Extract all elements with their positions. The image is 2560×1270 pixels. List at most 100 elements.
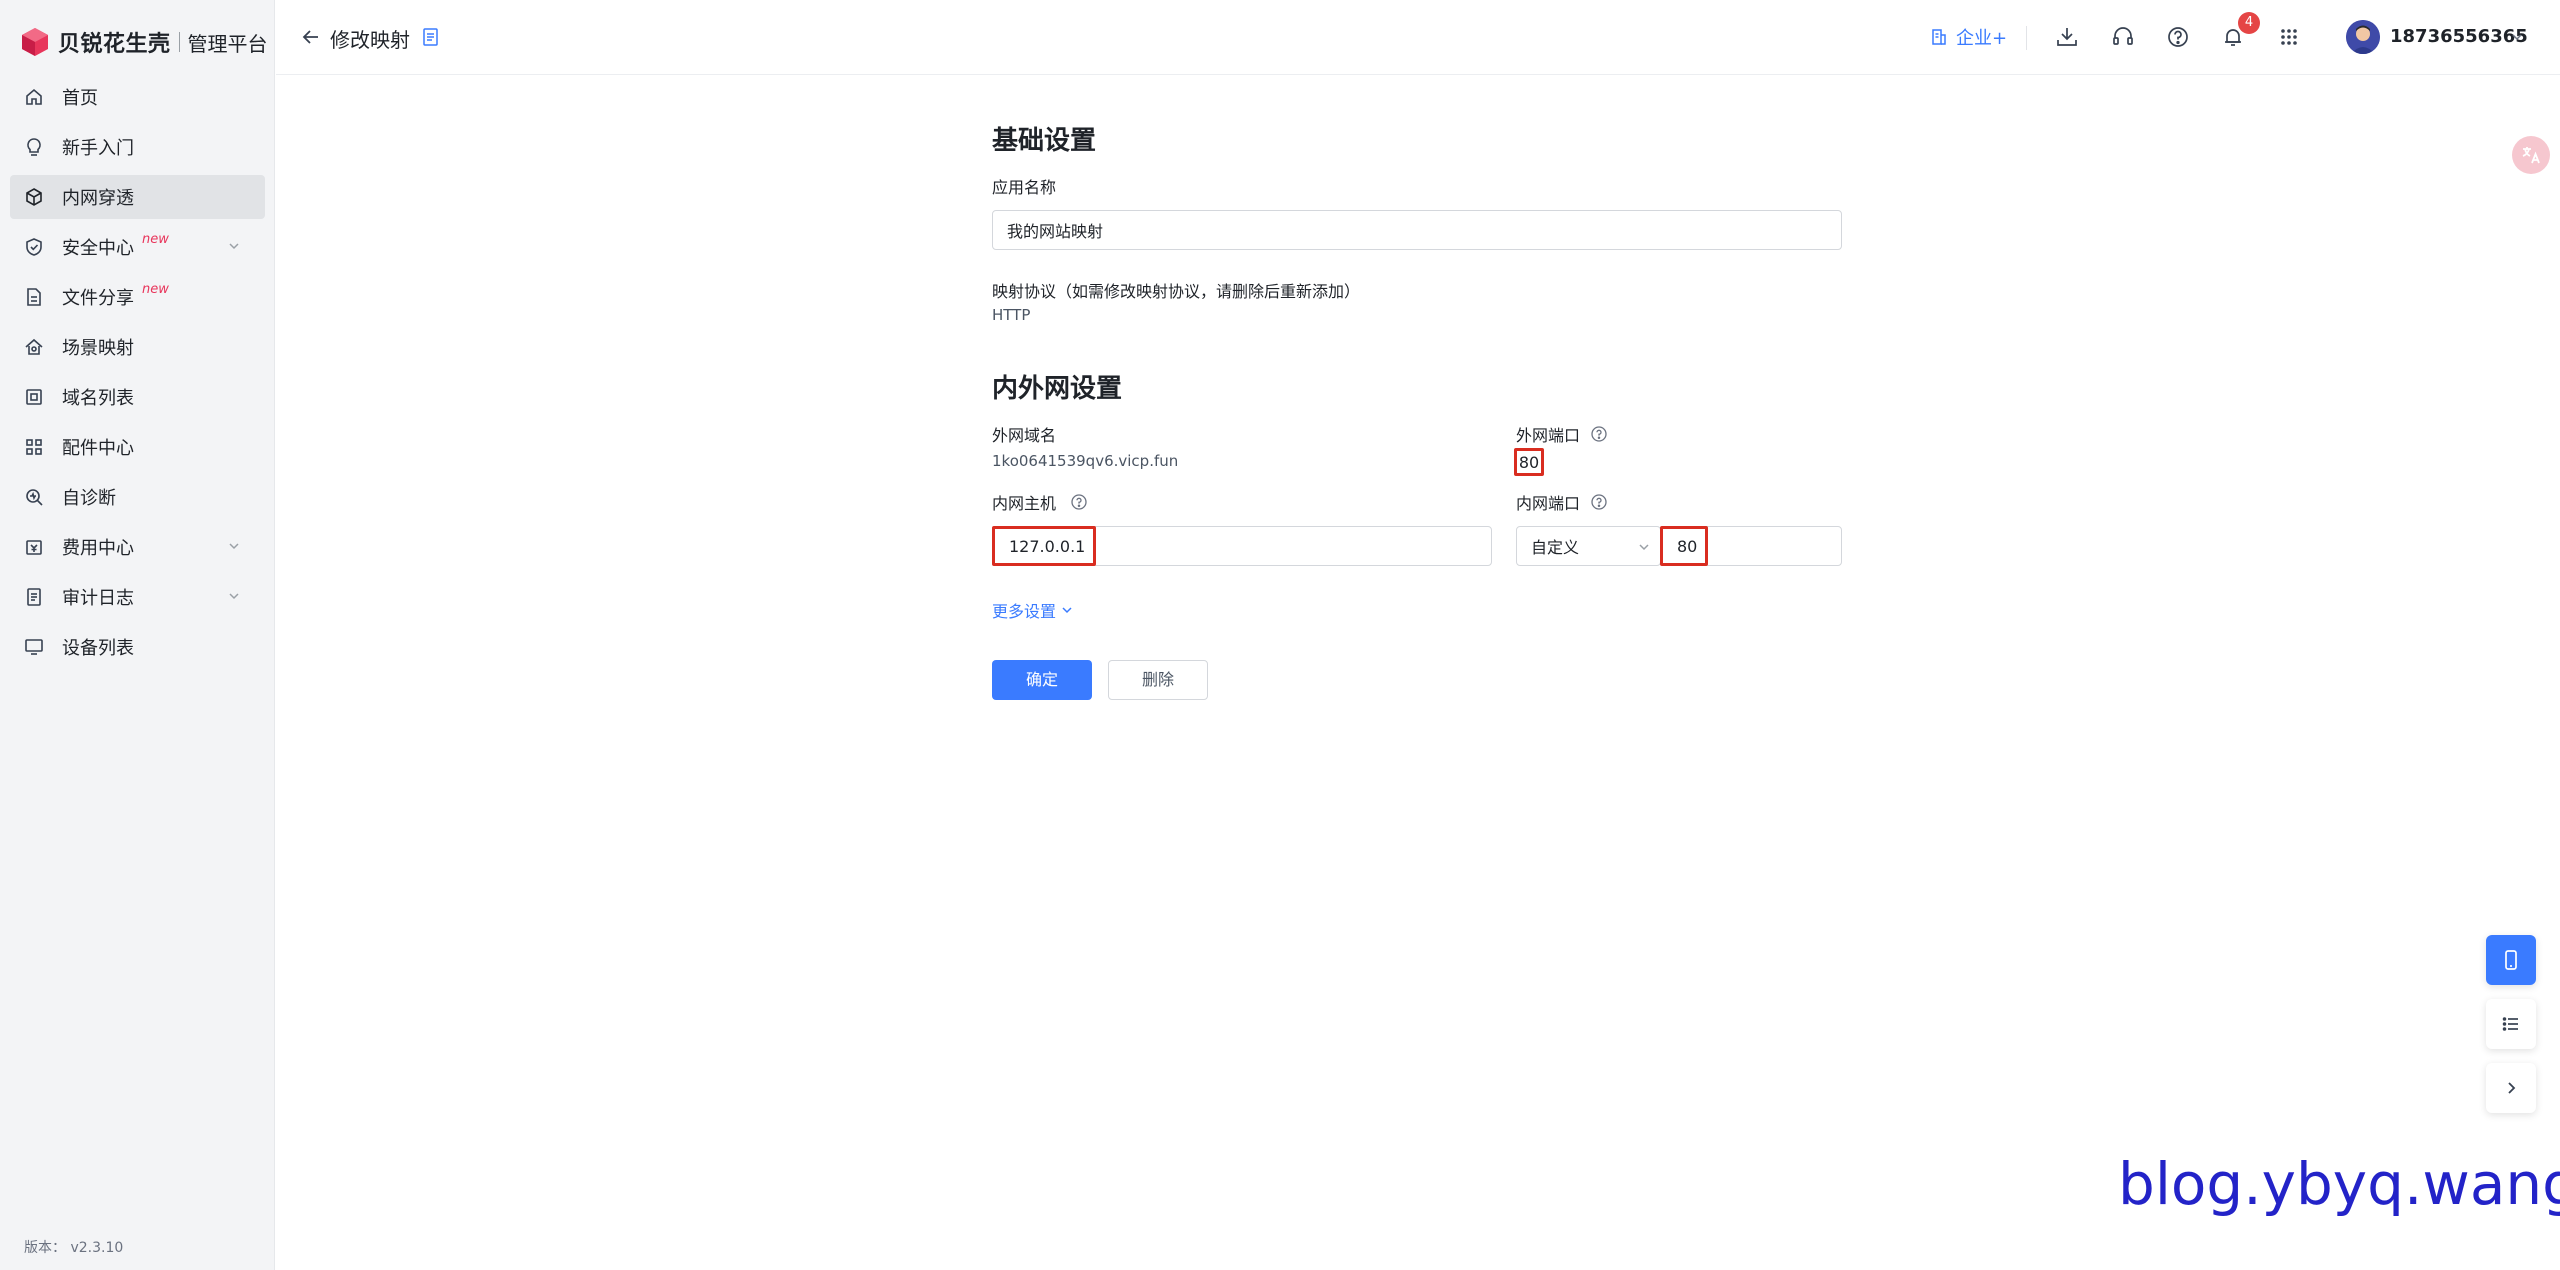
header-divider [2026, 26, 2027, 50]
help-circle-icon[interactable] [1590, 493, 1608, 511]
network-settings-title: 内外网设置 [992, 374, 1123, 404]
brand-subtitle: 管理平台 [187, 31, 268, 56]
app-name-label: 应用名称 [992, 178, 1057, 197]
external-domain-label: 外网域名 [992, 426, 1057, 445]
page-title: 修改映射 [330, 28, 410, 52]
basic-settings-title: 基础设置 [992, 126, 1097, 156]
chevron-down-icon [1062, 607, 1072, 614]
new-badge: new [142, 231, 169, 247]
domain-icon [24, 387, 44, 407]
sidebar-item-label: 配件中心 [62, 438, 134, 459]
external-port-value: 80 [1514, 448, 1544, 476]
list-icon [2502, 1017, 2518, 1031]
mobile-app-button[interactable] [2486, 935, 2536, 985]
sidebar-item-label: 设备列表 [62, 638, 134, 659]
help-circle-icon[interactable] [2165, 24, 2191, 50]
sidebar-item-devices[interactable]: 设备列表 [10, 625, 265, 669]
document-icon[interactable] [422, 27, 440, 47]
sidebar-item-label: 自诊断 [62, 488, 116, 509]
internal-port-mode-select[interactable]: 自定义 [1516, 526, 1661, 566]
chevron-down-icon [1639, 544, 1649, 551]
sidebar-item-scene-mapping[interactable]: 场景映射 [10, 325, 265, 369]
back-arrow-icon[interactable] [300, 26, 322, 48]
top-header: 修改映射 [276, 0, 2560, 75]
list-button[interactable] [2486, 999, 2536, 1049]
sidebar-item-label: 新手入门 [62, 138, 134, 159]
headset-icon[interactable] [2110, 24, 2136, 50]
chevron-down-icon[interactable] [227, 589, 241, 603]
internal-port-value[interactable]: 80 [1660, 526, 1708, 566]
username[interactable]: 18736556365 [2390, 26, 2528, 47]
brand-logo-icon [22, 28, 48, 56]
sidebar-item-home[interactable]: 首页 [10, 75, 265, 119]
internal-port-label-text: 内网端口 [1516, 494, 1581, 513]
app-name-input[interactable]: 我的网站映射 [992, 210, 1842, 250]
lightbulb-icon [24, 137, 44, 157]
sidebar-item-security[interactable]: 安全中心 new [10, 225, 265, 269]
notification-badge: 4 [2238, 12, 2260, 34]
chevron-down-icon[interactable] [227, 539, 241, 553]
brand-divider [178, 32, 180, 52]
confirm-button[interactable]: 确定 [992, 660, 1092, 700]
sidebar-item-label: 安全中心 [62, 238, 134, 259]
cube-icon [24, 187, 44, 207]
chevron-down-icon[interactable] [227, 239, 241, 253]
internal-host-value[interactable]: 127.0.0.1 [992, 526, 1096, 566]
sidebar-item-label: 内网穿透 [62, 188, 134, 209]
internal-host-label-text: 内网主机 [992, 494, 1057, 513]
new-badge: new [142, 281, 169, 297]
home-icon [24, 87, 44, 107]
sidebar-item-label: 费用中心 [62, 538, 134, 559]
delete-button[interactable]: 删除 [1108, 660, 1208, 700]
enterprise-plus-link[interactable]: 企业+ [1930, 24, 2007, 50]
version-label: 版本： v2.3.10 [24, 1240, 124, 1256]
internal-host-label: 内网主机 [992, 490, 1088, 514]
log-icon [24, 587, 44, 607]
more-settings-link[interactable]: 更多设置 [992, 598, 1074, 622]
collapse-button[interactable] [2486, 1063, 2536, 1113]
sidebar: 贝锐花生壳 管理平台 首页 新手入门 内网穿透 安全中心 new 文件分享 ne… [0, 0, 275, 1270]
translate-icon[interactable] [2512, 136, 2550, 174]
sidebar-item-label: 审计日志 [62, 588, 134, 609]
help-circle-icon[interactable] [1590, 425, 1608, 443]
apps-grid-icon[interactable] [2276, 24, 2302, 50]
building-icon [1932, 29, 1946, 45]
brand[interactable]: 贝锐花生壳 管理平台 [20, 24, 268, 60]
enterprise-plus-label: 企业+ [1956, 28, 2008, 49]
sidebar-item-label: 场景映射 [62, 338, 134, 359]
external-port-label: 外网端口 [1516, 422, 1608, 446]
sidebar-item-billing[interactable]: 费用中心 [10, 525, 265, 569]
monitor-icon [24, 637, 44, 657]
phone-icon [2505, 950, 2517, 970]
more-settings-label: 更多设置 [992, 602, 1057, 621]
diagnose-icon [24, 487, 44, 507]
scene-icon [24, 337, 44, 357]
external-port-label-text: 外网端口 [1516, 426, 1581, 445]
sidebar-item-domains[interactable]: 域名列表 [10, 375, 265, 419]
watermark: blog.ybyq.wang [2118, 1150, 2560, 1218]
internal-port-mode-value: 自定义 [1531, 538, 1580, 557]
chevron-down-icon[interactable] [2510, 30, 2524, 44]
chevron-right-icon [2508, 1082, 2516, 1094]
help-circle-icon[interactable] [1070, 493, 1088, 511]
sidebar-item-accessories[interactable]: 配件中心 [10, 425, 265, 469]
sidebar-item-label: 文件分享 [62, 288, 134, 309]
sidebar-item-diagnose[interactable]: 自诊断 [10, 475, 265, 519]
grid-icon [24, 437, 44, 457]
sidebar-item-intranet[interactable]: 内网穿透 [10, 175, 265, 219]
sidebar-item-getting-started[interactable]: 新手入门 [10, 125, 265, 169]
protocol-label: 映射协议（如需修改映射协议，请删除后重新添加） [992, 282, 1361, 301]
internal-port-label: 内网端口 [1516, 490, 1608, 514]
sidebar-item-label: 域名列表 [62, 388, 134, 409]
brand-name: 贝锐花生壳 [58, 32, 171, 57]
wallet-icon [24, 537, 44, 557]
download-icon[interactable] [2054, 24, 2080, 50]
external-domain-value: 1ko0641539qv6.vicp.fun [992, 452, 1179, 470]
sidebar-item-label: 首页 [62, 88, 98, 109]
sidebar-item-file-share[interactable]: 文件分享 new [10, 275, 265, 319]
avatar[interactable] [2346, 20, 2380, 54]
sidebar-nav: 首页 新手入门 内网穿透 安全中心 new 文件分享 new 场景映射 域名列表… [10, 75, 265, 675]
file-share-icon [24, 287, 44, 307]
sidebar-item-audit-log[interactable]: 审计日志 [10, 575, 265, 619]
main-content: 基础设置 应用名称 我的网站映射 映射协议（如需修改映射协议，请删除后重新添加）… [276, 76, 2560, 1270]
